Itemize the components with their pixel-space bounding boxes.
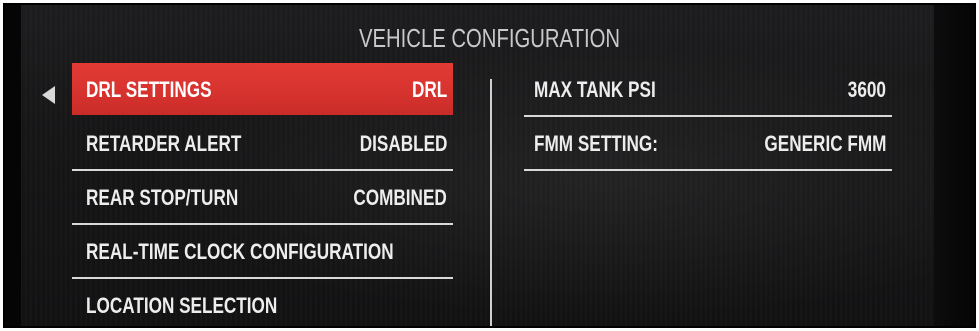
menu-item-value: DISABLED [359, 131, 447, 156]
menu-item-value: DRL [411, 77, 447, 102]
menu-item-rear-stop-turn[interactable]: REAR STOP/TURN COMBINED [72, 171, 453, 225]
menu-item-label: RETARDER ALERT [86, 131, 242, 156]
menu-item-label: LOCATION SELECTION [86, 293, 278, 318]
menu-item-real-time-clock-configuration[interactable]: REAL-TIME CLOCK CONFIGURATION [72, 225, 453, 279]
menu-item-label: MAX TANK PSI [534, 77, 656, 102]
menu-item-drl-settings[interactable]: DRL SETTINGS DRL [72, 63, 453, 115]
screen-bezel-right [934, 5, 974, 326]
column-divider [490, 79, 492, 326]
menu-item-max-tank-psi[interactable]: MAX TANK PSI 3600 [524, 63, 892, 117]
menu-item-value: COMBINED [353, 185, 447, 210]
menu-item-label: FMM SETTING: [534, 131, 658, 156]
menu-item-location-selection[interactable]: LOCATION SELECTION [72, 279, 453, 326]
screen-bezel-left [5, 5, 21, 326]
vehicle-display-screen: VEHICLE CONFIGURATION DRL SETTINGS DRL R… [3, 3, 976, 328]
page-title: VEHICLE CONFIGURATION [358, 23, 621, 53]
menu-item-value: 3600 [847, 77, 886, 102]
display-frame: VEHICLE CONFIGURATION DRL SETTINGS DRL R… [0, 0, 979, 331]
menu-item-fmm-setting[interactable]: FMM SETTING: GENERIC FMM [524, 117, 892, 171]
menu-item-label: REAR STOP/TURN [86, 185, 239, 210]
menu-item-label: REAL-TIME CLOCK CONFIGURATION [86, 239, 394, 264]
left-menu: DRL SETTINGS DRL RETARDER ALERT DISABLED… [72, 63, 453, 326]
menu-item-label: DRL SETTINGS [86, 77, 212, 102]
selection-pointer-icon [42, 86, 55, 104]
menu-item-retarder-alert[interactable]: RETARDER ALERT DISABLED [72, 117, 453, 171]
menu-item-value: GENERIC FMM [763, 131, 886, 156]
right-menu: MAX TANK PSI 3600 FMM SETTING: GENERIC F… [524, 63, 892, 171]
